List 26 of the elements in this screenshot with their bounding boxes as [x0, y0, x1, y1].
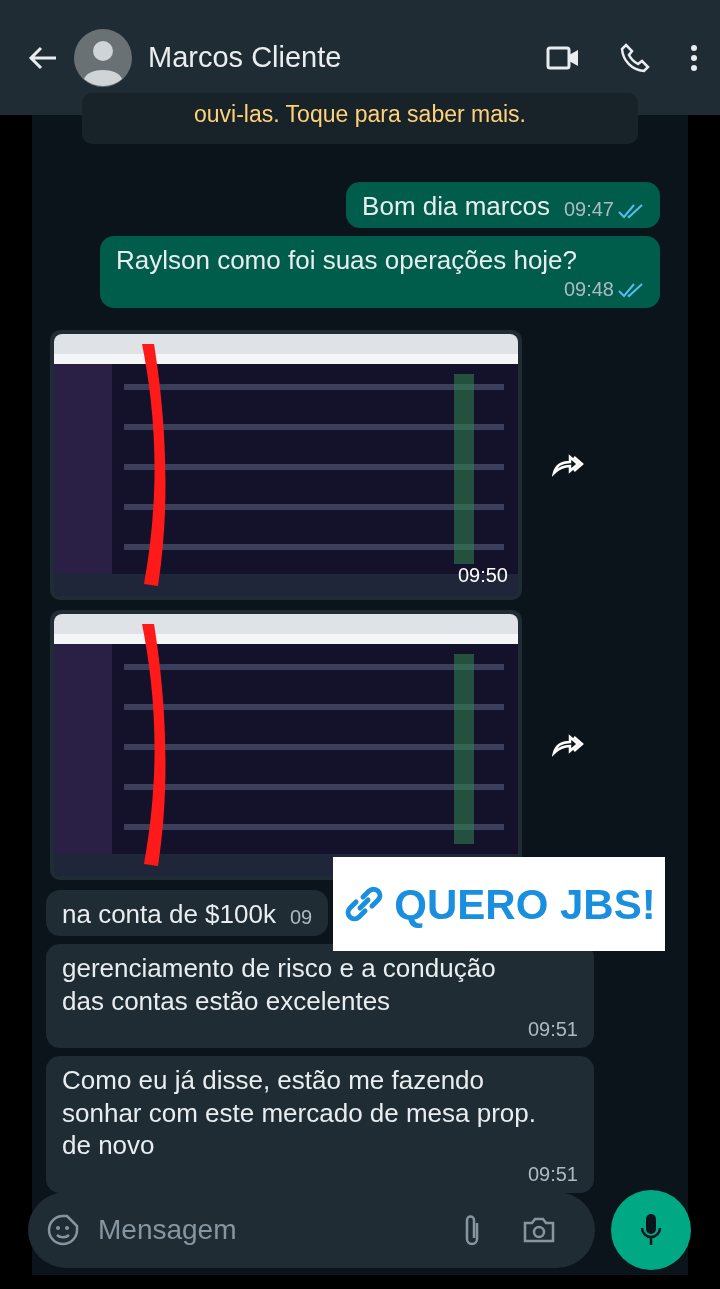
- back-icon[interactable]: [28, 44, 58, 71]
- message-time: 09:48: [549, 276, 644, 302]
- sticker-icon[interactable]: [46, 1213, 80, 1247]
- phone-icon[interactable]: [620, 42, 650, 73]
- message-time: 09: [288, 905, 313, 930]
- message-time: 09:51: [526, 1017, 578, 1042]
- message-text: Bom dia marcos: [362, 189, 550, 222]
- message-input[interactable]: Mensagem: [96, 1208, 446, 1252]
- image-message[interactable]: 09:50: [50, 329, 522, 600]
- message-time: 09:47: [549, 197, 644, 222]
- promo-text: QUERO JBS!: [394, 879, 656, 930]
- message-time: 09:50: [457, 562, 508, 588]
- encryption-notice[interactable]: ouvi-las. Toque para saber mais.: [82, 93, 638, 144]
- camera-icon[interactable]: [522, 1216, 556, 1244]
- message-text: Raylson como foi suas operações hoje?: [116, 244, 578, 277]
- video-call-icon[interactable]: [546, 45, 580, 70]
- menu-icon[interactable]: [690, 43, 698, 72]
- share-icon[interactable]: [552, 732, 586, 757]
- microphone-icon[interactable]: [639, 1212, 663, 1248]
- message-text: Como eu já disse, estão me fazendo sonhar com este mercado de mesa prop. de novo: [62, 1064, 538, 1162]
- message-field[interactable]: Mensagem: [28, 1192, 595, 1268]
- message-text: na conta de $100k: [62, 897, 276, 930]
- message-text: gerenciamento de risco e a condução das contas estão excelentes: [62, 952, 497, 1017]
- message-time: 09:51: [526, 1161, 578, 1187]
- share-icon[interactable]: [552, 452, 586, 477]
- avatar-icon[interactable]: [74, 28, 132, 87]
